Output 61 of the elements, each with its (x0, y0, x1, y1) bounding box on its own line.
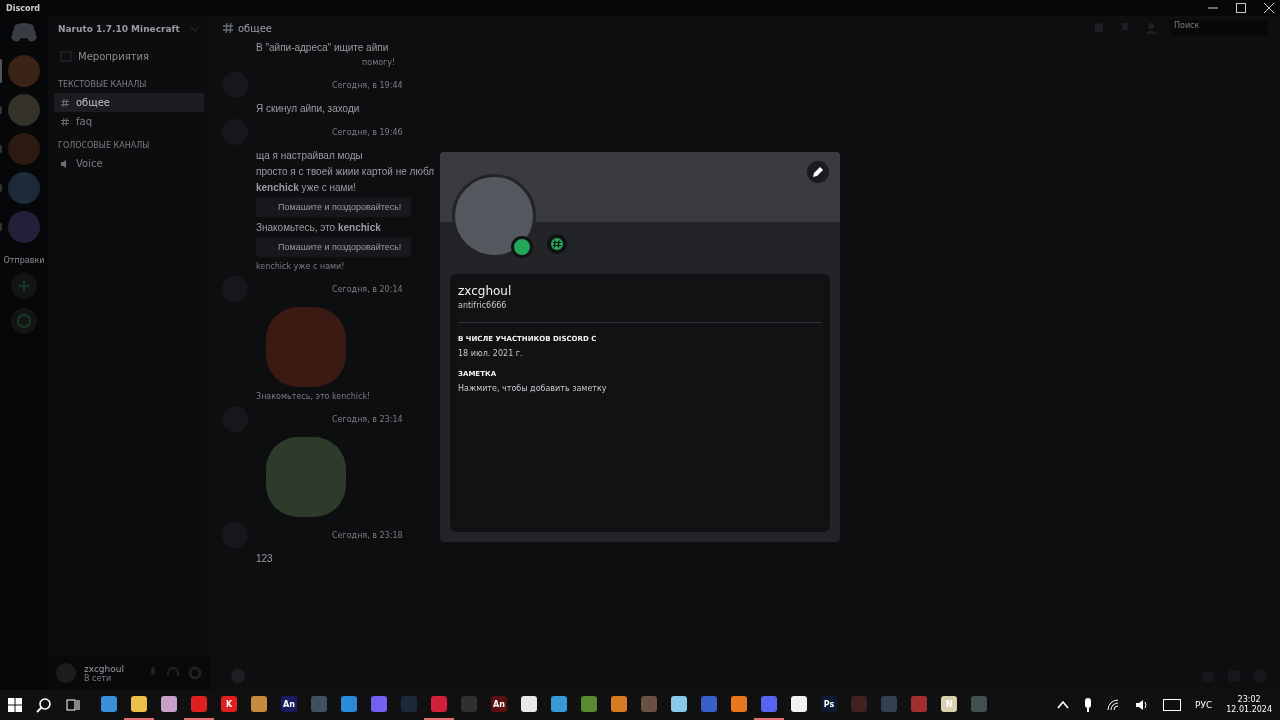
microphone-icon[interactable] (1083, 698, 1093, 712)
wifi-icon[interactable] (1107, 699, 1121, 711)
taskbar-app[interactable]: Ps (814, 690, 844, 720)
taskbar-app[interactable]: K (214, 690, 244, 720)
hashtag-badge-icon (547, 234, 567, 254)
message-time: Сегодня, в 23:14 (332, 414, 403, 424)
search-field[interactable]: Поиск (1170, 20, 1268, 36)
category-title[interactable]: ТЕКСТОВЫЕ КАНАЛЫ (54, 76, 204, 93)
app-icon: K (221, 696, 237, 712)
display-name: zxcghoul (458, 284, 512, 298)
category-title[interactable]: ГОЛОСОВЫЕ КАНАЛЫ (54, 137, 204, 154)
channel-item[interactable]: faq (54, 112, 204, 131)
message-time: Сегодня, в 23:18 (332, 530, 403, 540)
search-icon[interactable] (36, 697, 52, 713)
language-indicator[interactable]: РУС (1195, 700, 1213, 710)
windows-logo-icon[interactable] (8, 698, 22, 712)
maximize-icon[interactable] (1236, 3, 1246, 13)
window-title: Discord (6, 3, 41, 13)
join-message: Знакомьтесь, это kenchick (256, 222, 382, 233)
clock[interactable]: 23:02 12.01.2024 (1226, 694, 1272, 716)
join-message: kenchick уже с нами! (256, 182, 357, 193)
app-icon: An (491, 696, 507, 712)
events-link[interactable]: Мероприятия (78, 50, 149, 62)
app-icon: An (281, 696, 297, 712)
section-value: 18 июл. 2021 г. (458, 349, 523, 358)
user-name: zxcghoul (84, 663, 125, 674)
wave-button[interactable]: Помашите и поздоровайтесь! (256, 237, 412, 257)
speaker-icon[interactable] (1135, 699, 1149, 711)
keyboard-icon[interactable] (1163, 699, 1181, 711)
app-icon: N (941, 696, 957, 712)
taskbar-app[interactable]: An (274, 690, 304, 720)
hashtag-icon (60, 116, 70, 127)
hashtag-icon (222, 22, 234, 34)
task-view-icon[interactable] (66, 698, 80, 712)
server-label: Отправки (3, 256, 45, 265)
channel-item[interactable]: Voice (54, 154, 204, 173)
username: antifric6666 (458, 301, 507, 310)
channel-title: общее (238, 22, 272, 34)
system-message: Знакомьтесь, это kenchick! (256, 392, 371, 401)
message-text: 123 (256, 553, 273, 564)
taskbar-app[interactable]: An (484, 690, 514, 720)
channel-item[interactable]: общее (54, 93, 204, 112)
calendar-icon (60, 50, 72, 62)
message-text: Я скинул айпи, заходи (256, 103, 360, 114)
message-text: В "айпи-адреса" ищите айпи (256, 42, 389, 53)
close-icon[interactable] (1264, 3, 1274, 13)
section-value: Нажмите, чтобы добавить заметку (458, 384, 607, 393)
message-time: Сегодня, в 19:44 (332, 80, 403, 90)
message-text: ща я настрайвал моды (256, 150, 363, 161)
hashtag-icon (60, 97, 70, 108)
message-time: Сегодня, в 19:46 (332, 127, 403, 137)
reply-text: помогу! (362, 58, 396, 67)
system-message: kenchick уже с нами! (256, 262, 345, 271)
app-icon: Ps (821, 696, 837, 712)
chevron-up-icon[interactable] (1057, 701, 1069, 709)
server-name[interactable]: Naruto 1.7.10 Minecraft (58, 24, 180, 34)
wave-button[interactable]: Помашите и поздоровайтесь! (256, 197, 412, 217)
message-text: просто я с твоей жиии картой не любл (256, 166, 434, 177)
user-status: В сети (84, 673, 112, 683)
message-time: Сегодня, в 20:14 (332, 284, 403, 294)
pencil-icon[interactable] (807, 161, 829, 183)
